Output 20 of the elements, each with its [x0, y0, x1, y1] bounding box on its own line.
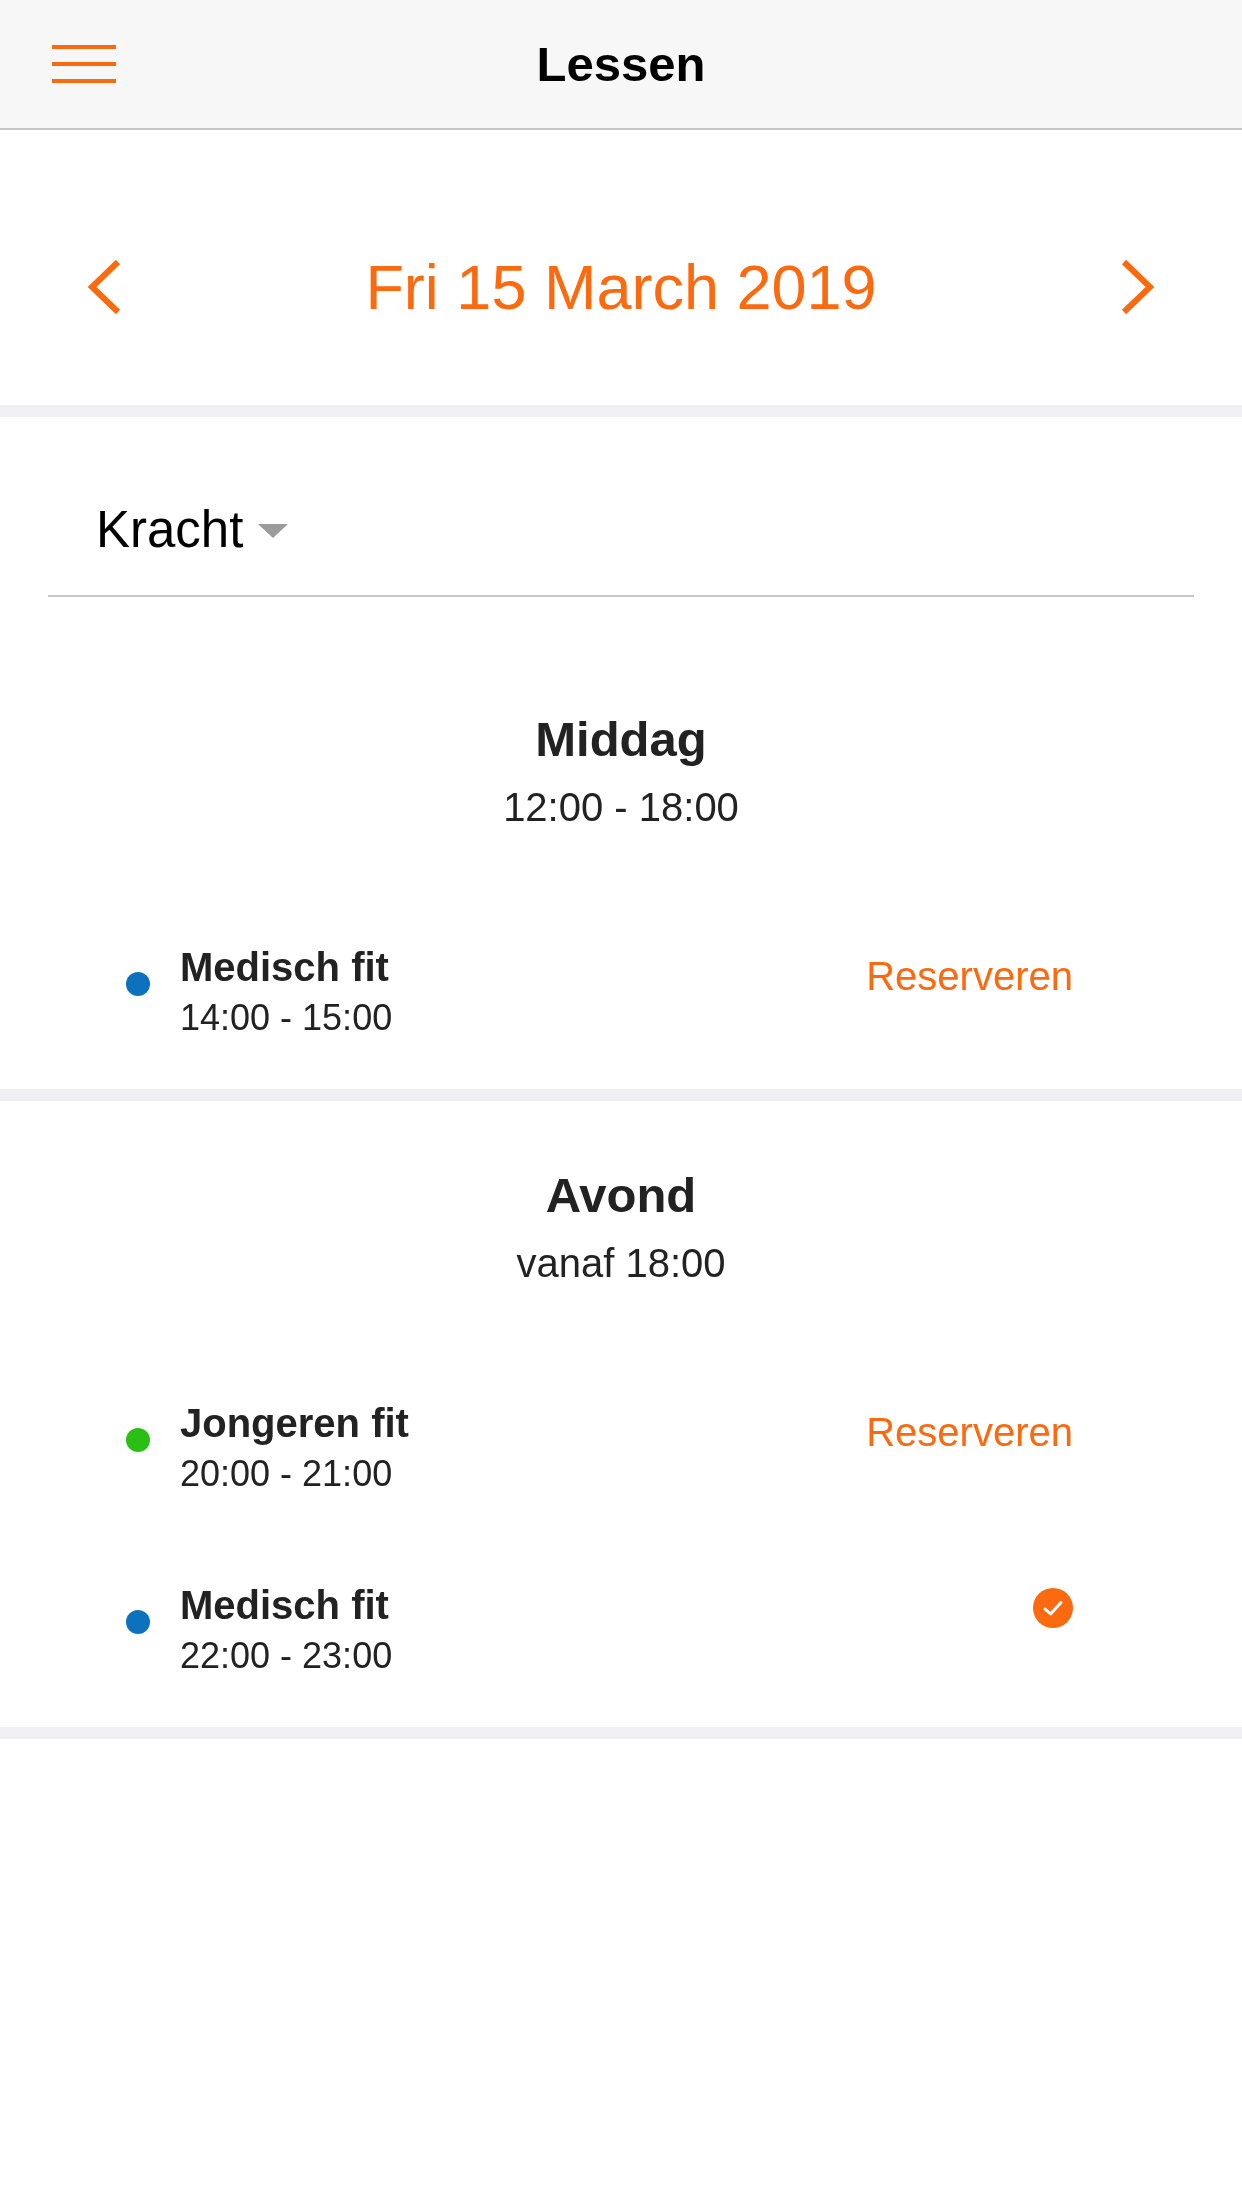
class-time: 20:00 - 21:00 — [180, 1453, 393, 1495]
class-time: 22:00 - 23:00 — [180, 1635, 393, 1677]
section-title: Avond — [545, 1167, 697, 1223]
section-time: 12:00 - 18:00 — [503, 784, 739, 830]
reserve-link[interactable]: Reserveren — [866, 1409, 1073, 1455]
class-name: Medisch fit — [180, 1582, 389, 1628]
section-time: vanaf 18:00 — [516, 1240, 726, 1286]
class-name: Jongeren fit — [180, 1400, 409, 1446]
menu-icon — [52, 45, 116, 83]
chevron-right-icon — [1120, 258, 1156, 315]
class-name: Medisch fit — [180, 944, 389, 990]
reserve-link[interactable]: Reserveren — [866, 953, 1073, 999]
date-label: Fri 15 March 2019 — [364, 250, 878, 324]
caret-icon — [258, 524, 289, 538]
class-time: 14:00 - 15:00 — [180, 997, 393, 1039]
section-title: Middag — [535, 711, 707, 767]
chevron-left-icon — [86, 258, 122, 315]
menu-button[interactable] — [52, 45, 116, 83]
page-title: Lessen — [536, 36, 706, 93]
category-dropdown[interactable]: Kracht — [48, 417, 1194, 597]
